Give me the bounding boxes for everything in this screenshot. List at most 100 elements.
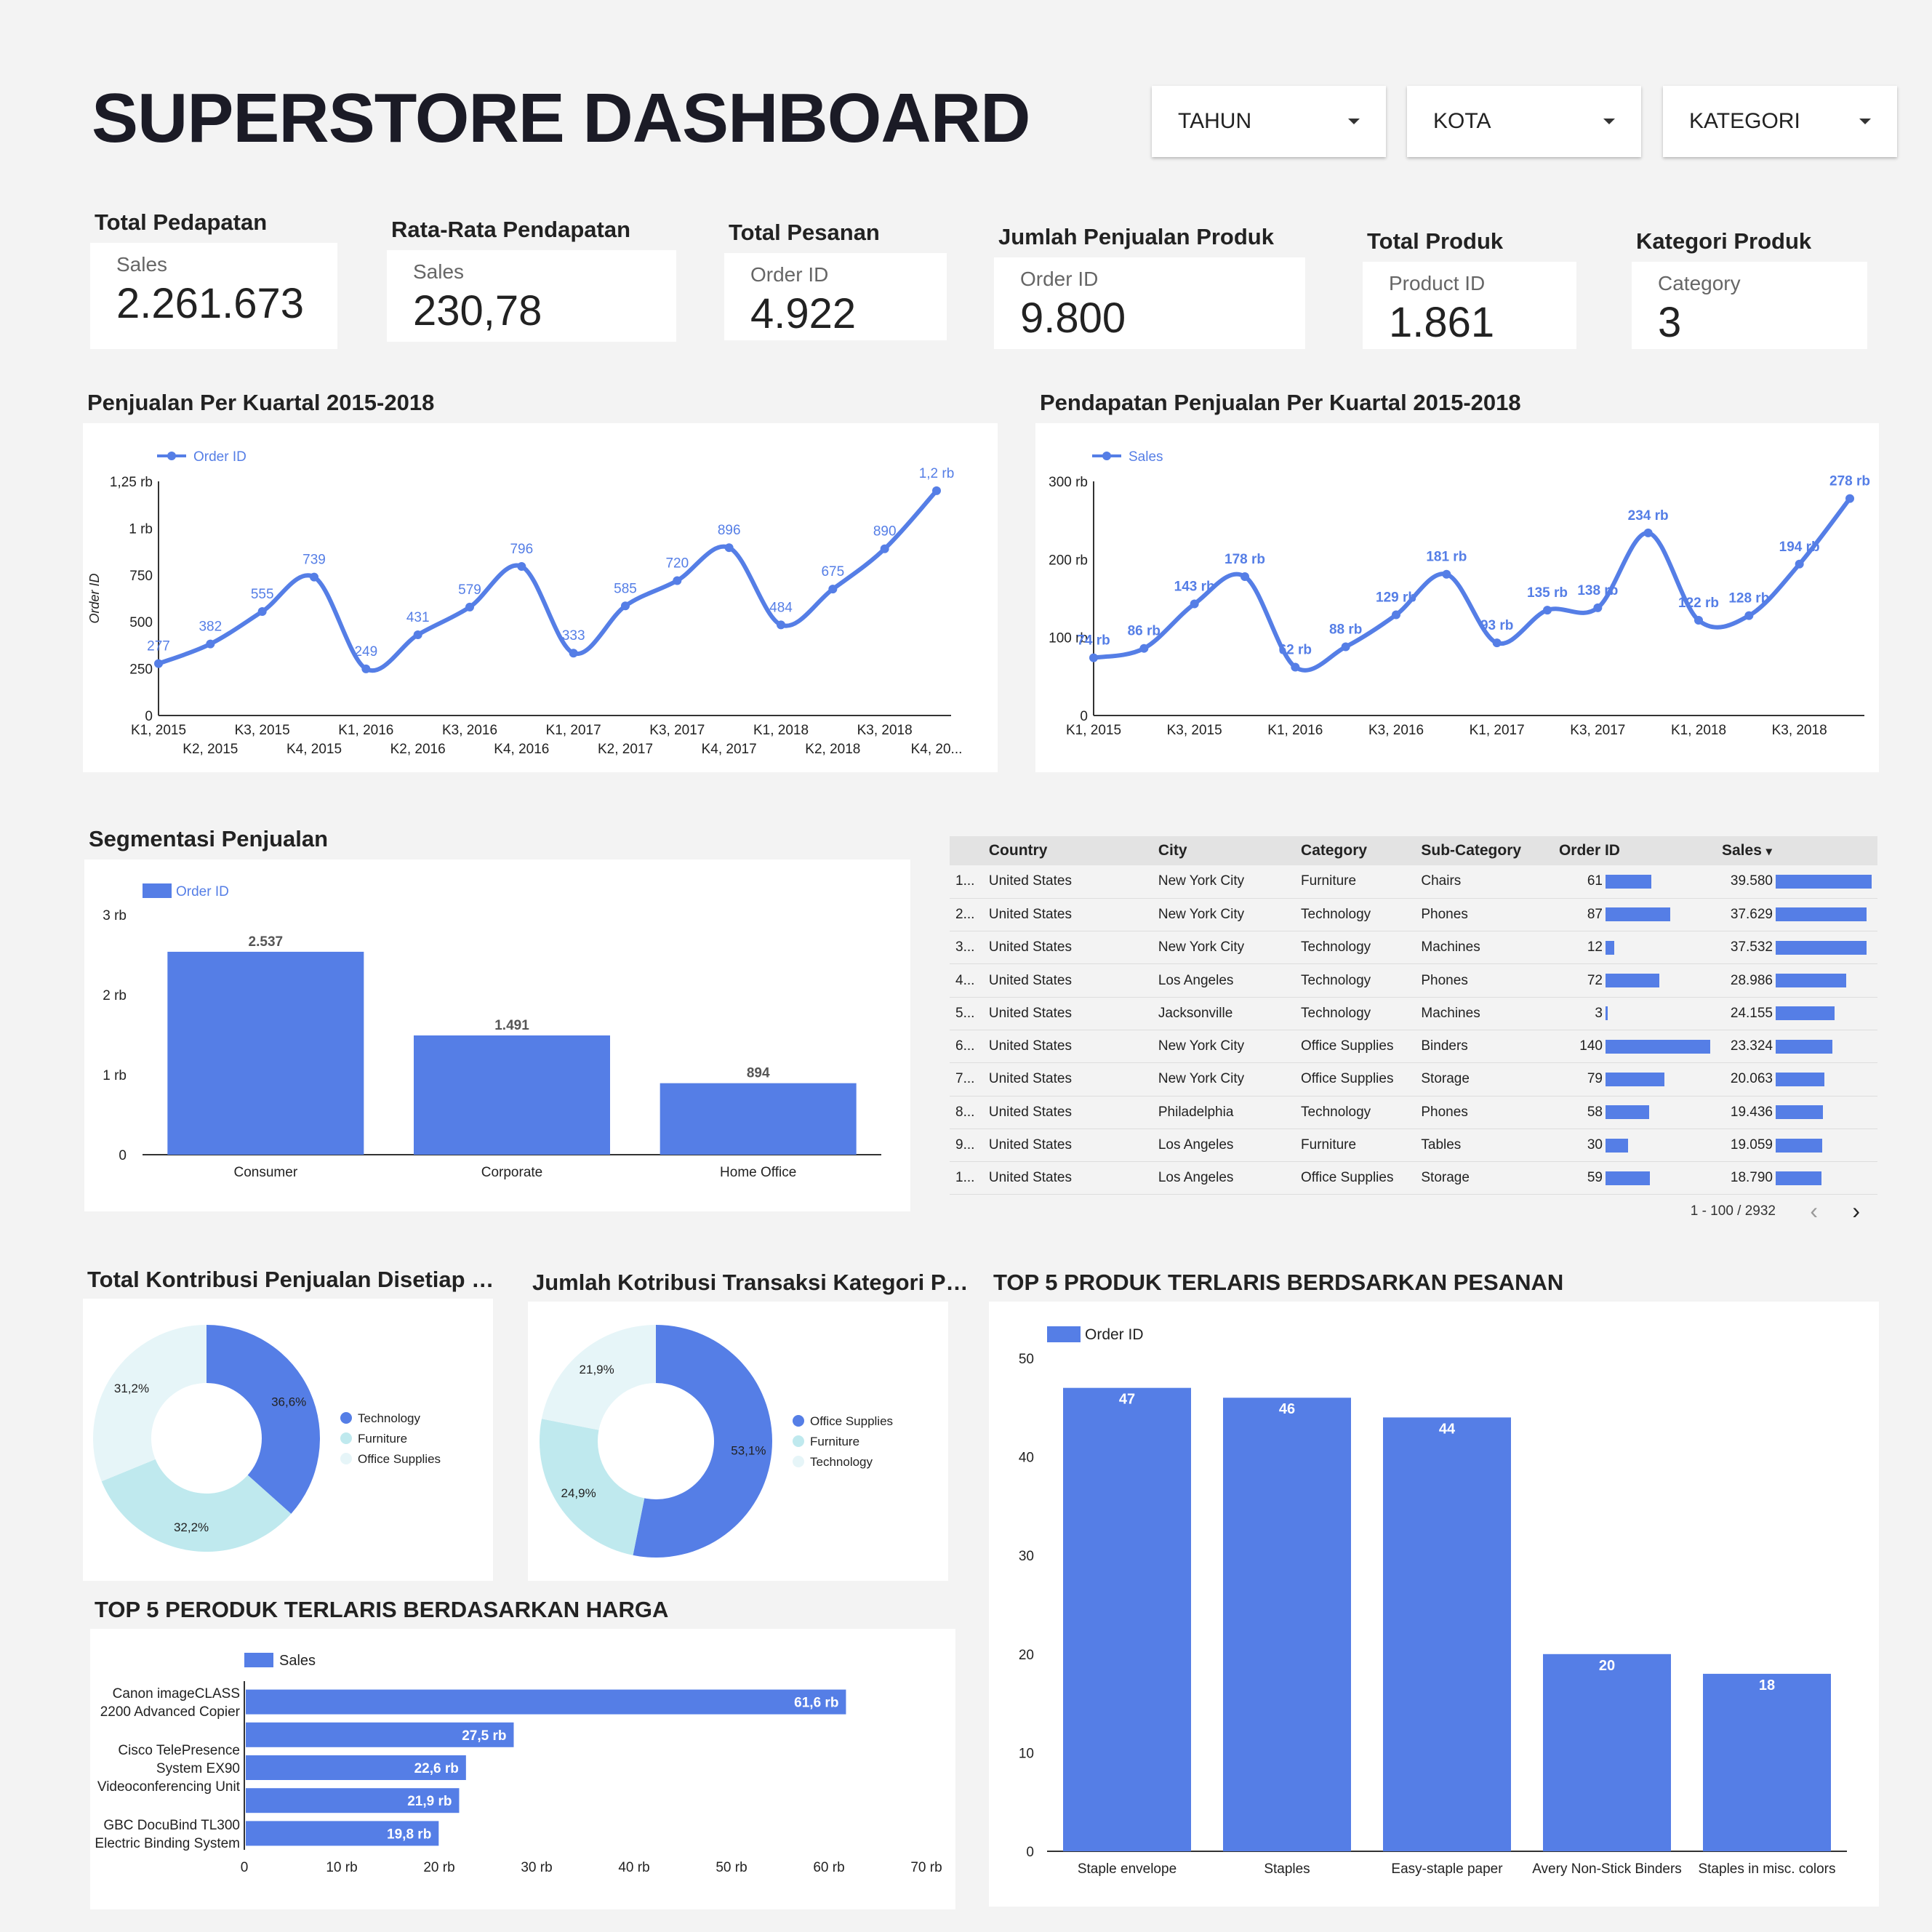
table-row[interactable]: 6... United States New York City Office Sup… [950, 1030, 1877, 1064]
filter-kategori-dropdown[interactable]: KATEGORI [1663, 86, 1897, 157]
data-point [673, 576, 682, 585]
x-tick-label: Easy-staple paper [1391, 1861, 1503, 1877]
data-label: 20 [1599, 1658, 1615, 1674]
y-category-label: Electric Binding System [95, 1836, 240, 1851]
order-id-value: 30 [1587, 1137, 1603, 1153]
filter-label: TAHUN [1178, 109, 1252, 133]
table-row[interactable]: 3... United States New York City Technology… [950, 931, 1877, 965]
page-title: SUPERSTORE DASHBOARD [92, 79, 1030, 157]
kpi-card-total-pendapatan: Sales 2.261.673 [90, 243, 337, 349]
legend-dot-icon [793, 1456, 804, 1467]
prev-page-icon[interactable]: ‹ [1810, 1198, 1818, 1224]
table-header-sales[interactable]: Sales ▾ [1716, 836, 1877, 865]
bar [660, 1083, 857, 1155]
x-tick-label: 30 rb [521, 1860, 552, 1875]
y-tick-label: 0 [119, 1148, 127, 1163]
order-id-bar [1605, 940, 1615, 955]
data-label: 22,6 rb [414, 1761, 459, 1776]
table-cell-order-id: 72 [1552, 963, 1716, 998]
order-id-bar [1605, 874, 1651, 889]
table-row[interactable]: 9... United States Los Angeles Furniture Tab… [950, 1129, 1877, 1163]
legend-swatch [143, 883, 172, 898]
data-label: 18 [1759, 1678, 1775, 1693]
x-tick-label: K3, 2018 [1772, 723, 1827, 738]
y-tick-label: 40 [1019, 1451, 1034, 1466]
table-cell-subcategory: Machines [1415, 997, 1553, 1030]
x-tick-label: K4, 20... [911, 742, 963, 757]
x-tick-label: Home Office [720, 1165, 796, 1180]
data-label: 194 rb [1779, 540, 1820, 555]
x-tick-label: K1, 2016 [338, 723, 393, 738]
donut-sales-card: 36,6% 32,2% 31,2% Technology Furniture Office… [83, 1299, 493, 1581]
table-row[interactable]: 2... United States New York City Technology… [950, 898, 1877, 932]
kpi-title: Total Pedapatan [95, 209, 268, 235]
table-cell-subcategory: Phones [1415, 898, 1553, 932]
x-tick-label: Staple envelope [1078, 1861, 1177, 1877]
data-label: 484 [769, 600, 793, 615]
table-cell-sales: 39.580 [1716, 865, 1877, 899]
table-cell-country: United States [982, 898, 1153, 932]
table-row[interactable]: 7... United States New York City Office Sup… [950, 1062, 1877, 1097]
order-id-bar [1605, 1039, 1710, 1054]
table-row[interactable]: 5... United States Jacksonville Technology M… [950, 997, 1877, 1030]
x-tick-label: K3, 2016 [442, 723, 497, 738]
table-header-country[interactable]: Country [982, 836, 1153, 865]
table-cell-city: New York City [1152, 1062, 1296, 1097]
slice-label: 36,6% [271, 1395, 306, 1408]
section-title-top-orders: TOP 5 PRODUK TERLARIS BERDSARKAN PESANAN [993, 1270, 1564, 1295]
sales-bar [1776, 1138, 1822, 1153]
y-category-label: System EX90 [156, 1761, 240, 1776]
table-header-order-id[interactable]: Order ID [1552, 836, 1716, 865]
legend-swatch [244, 1653, 273, 1667]
sales-bar [1776, 1039, 1832, 1054]
sales-value: 19.059 [1730, 1137, 1773, 1153]
data-point [1492, 638, 1502, 648]
data-label: 143 rb [1174, 580, 1215, 595]
table-cell-sales: 18.790 [1716, 1161, 1877, 1195]
table-cell-index: 4... [950, 963, 983, 998]
x-tick-label: 20 rb [423, 1860, 454, 1875]
data-label: 585 [614, 581, 637, 596]
table-cell-order-id: 59 [1552, 1161, 1716, 1195]
y-tick-label: 20 [1019, 1648, 1034, 1663]
table-cell-subcategory: Tables [1415, 1129, 1553, 1163]
table-cell-index: 6... [950, 1030, 983, 1064]
table-cell-city: Los Angeles [1152, 963, 1296, 998]
kpi-value: 2.261.673 [116, 280, 305, 327]
sales-bar [1776, 874, 1872, 889]
data-point [1139, 644, 1149, 653]
caret-down-icon [1859, 119, 1871, 124]
filter-kota-dropdown[interactable]: KOTA [1407, 86, 1641, 157]
bar [1223, 1398, 1351, 1851]
table-row[interactable]: 1... United States New York City Furniture C… [950, 865, 1877, 899]
bar [1703, 1673, 1831, 1851]
table-row[interactable]: 8... United States Philadelphia Technology P… [950, 1096, 1877, 1129]
table-row[interactable]: 1... United States Los Angeles Office Suppl… [950, 1161, 1877, 1195]
next-page-icon[interactable]: › [1852, 1198, 1860, 1224]
legend-label: Sales [1129, 449, 1163, 465]
legend-label: Order ID [193, 449, 246, 465]
data-label: 181 rb [1426, 550, 1467, 565]
table-row[interactable]: 4... United States Los Angeles Technology Ph… [950, 963, 1877, 998]
table-cell-city: New York City [1152, 898, 1296, 932]
table-header-subcategory[interactable]: Sub-Category [1415, 836, 1553, 865]
top-orders-bar-chart: Order ID 0 10 20 30 40 50 47 Staple envelope 46 St… [1019, 1326, 1847, 1877]
table-cell-subcategory: Phones [1415, 1096, 1553, 1129]
filter-tahun-dropdown[interactable]: TAHUN [1152, 86, 1386, 157]
x-tick-label: Staples in misc. colors [1698, 1861, 1835, 1877]
y-tick-label: 750 [129, 569, 153, 584]
data-point [1240, 572, 1249, 581]
y-tick-label: 300 rb [1049, 475, 1088, 490]
kpi-label: Sales [413, 260, 465, 283]
table-header-city[interactable]: City [1152, 836, 1296, 865]
data-point [1392, 610, 1400, 620]
table-cell-country: United States [982, 931, 1153, 965]
table-header-category[interactable]: Category [1295, 836, 1416, 865]
table-cell-city: New York City [1152, 931, 1296, 965]
data-label: 47 [1119, 1392, 1135, 1408]
table-cell-city: Los Angeles [1152, 1161, 1296, 1195]
sales-bar [1776, 1105, 1823, 1120]
table-cell-sales: 37.629 [1716, 898, 1877, 932]
order-id-value: 58 [1587, 1104, 1603, 1120]
data-point [465, 602, 474, 612]
